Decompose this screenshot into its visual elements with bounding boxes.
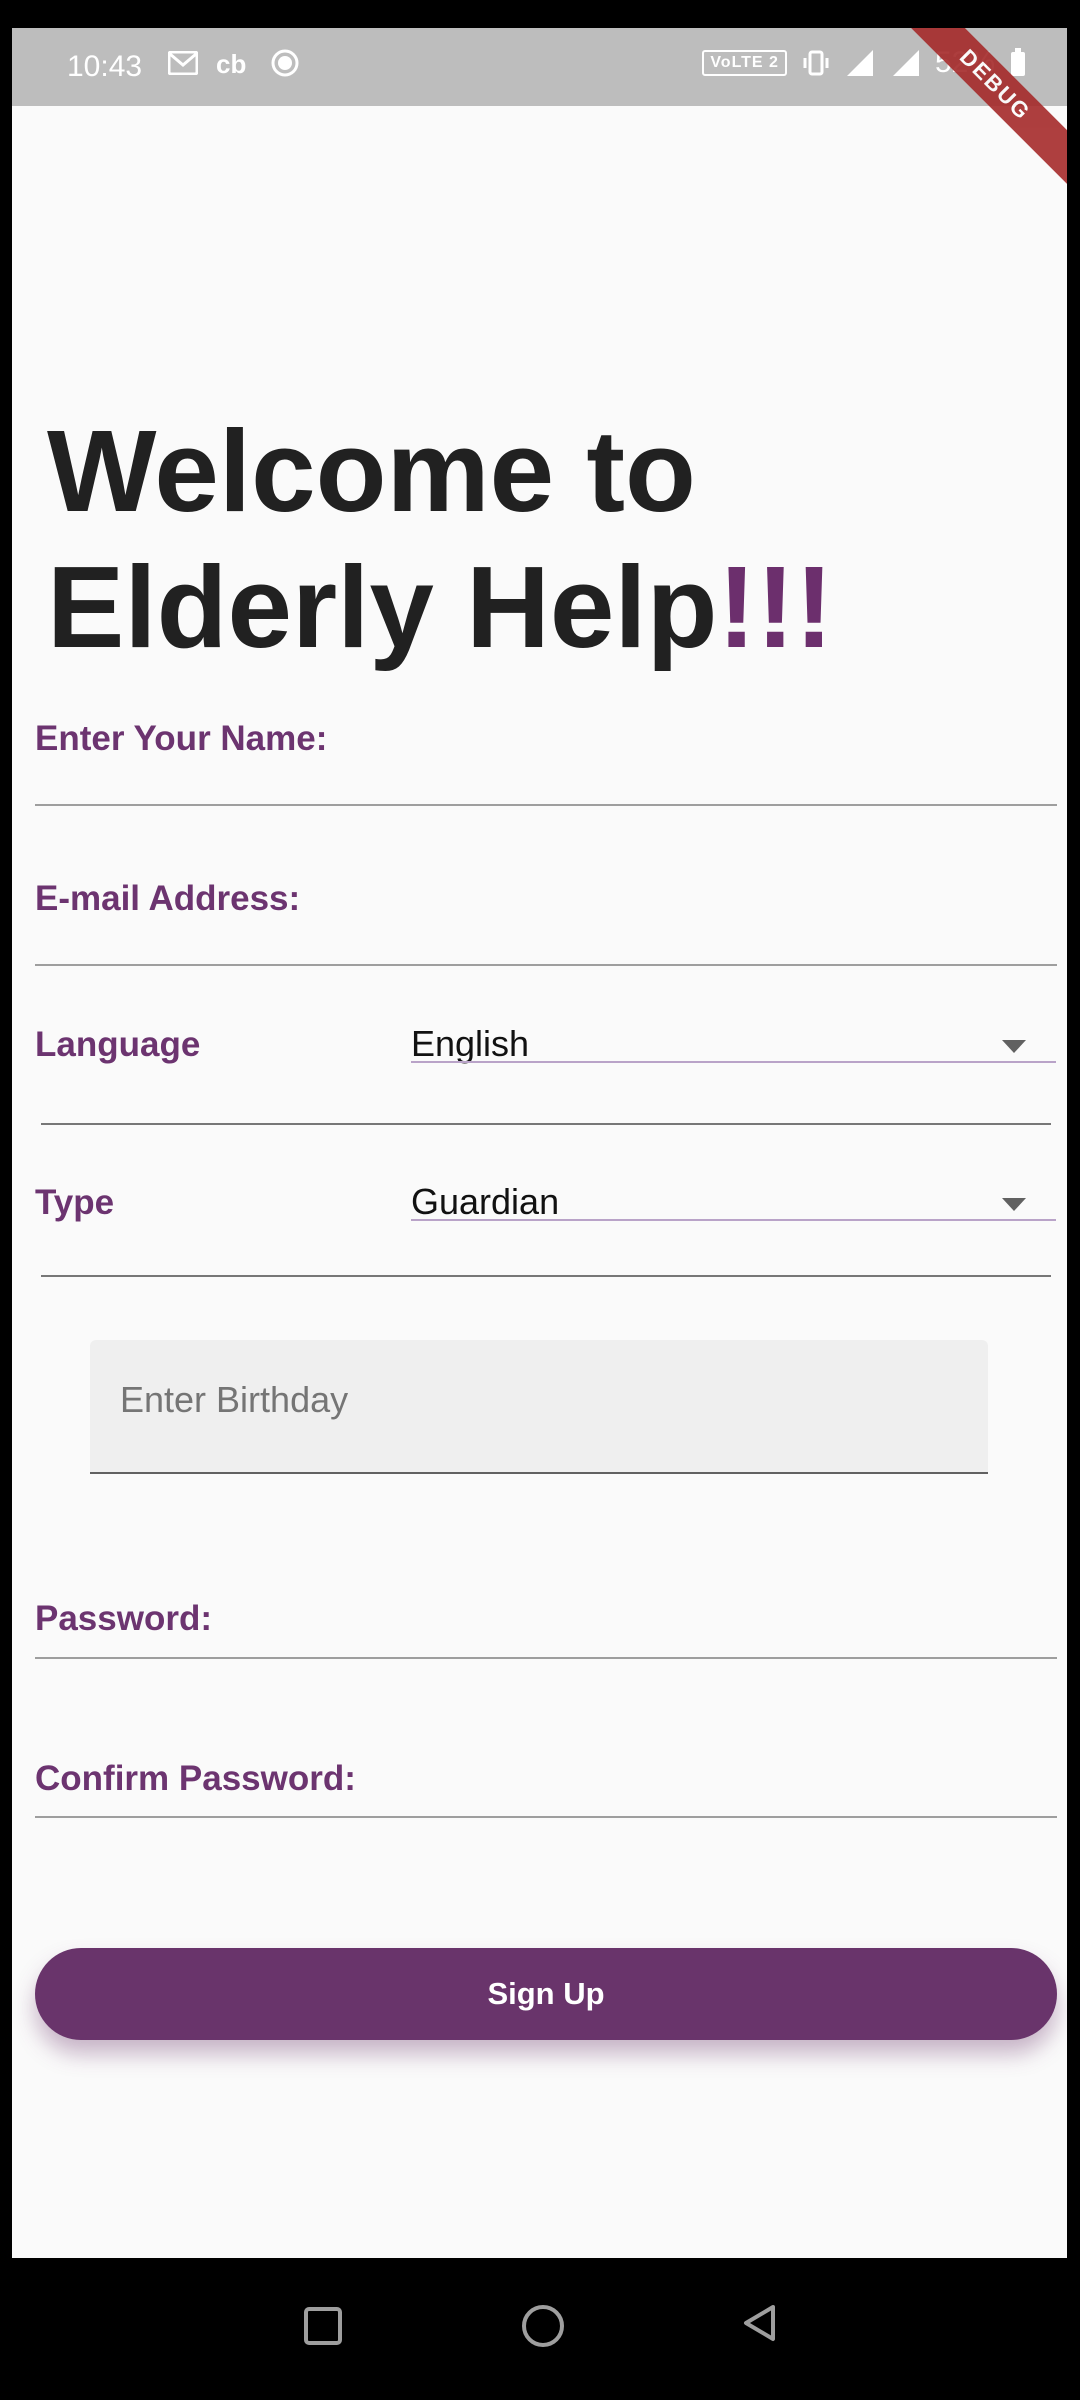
language-dropdown[interactable] [411, 1061, 1056, 1063]
language-dropdown-value[interactable]: English [411, 1023, 529, 1065]
vibrate-icon [803, 50, 829, 76]
name-field[interactable] [35, 804, 1057, 806]
type-dropdown[interactable] [411, 1219, 1056, 1221]
svg-text:cb: cb [216, 49, 246, 77]
language-label: Language [35, 1025, 201, 1064]
password-label: Password: [35, 1599, 212, 1638]
type-label: Type [35, 1183, 115, 1222]
birthday-input[interactable] [118, 1378, 942, 1422]
page-title: Welcome to Elderly Help!!! [47, 403, 833, 675]
nav-back-icon[interactable] [742, 2304, 776, 2342]
notification-icons: cb [168, 48, 300, 78]
nav-recents-icon[interactable] [304, 2307, 342, 2345]
title-app-name: Elderly Help [47, 542, 718, 672]
confirm-password-field[interactable] [35, 1816, 1057, 1818]
dropdown-arrow-icon[interactable] [1002, 1198, 1026, 1211]
navigation-bar [0, 2258, 1080, 2400]
app-screen: 10:43 cb VoLTE 2 52% DEBUG Welcome to El… [12, 28, 1067, 2258]
gmail-icon [168, 51, 198, 75]
divider [41, 1123, 1051, 1125]
signal-icon [846, 50, 873, 76]
email-label: E-mail Address: [35, 879, 301, 918]
password-field[interactable] [35, 1657, 1057, 1659]
status-time: 10:43 [67, 50, 143, 83]
nav-home-icon[interactable] [522, 2305, 564, 2347]
status-bar: 10:43 cb VoLTE 2 52% DEBUG [12, 28, 1067, 191]
dropdown-arrow-icon[interactable] [1002, 1040, 1026, 1053]
title-line1: Welcome to [47, 406, 696, 536]
title-accent: !!! [717, 542, 834, 672]
title-line2: Elderly Help!!! [47, 539, 833, 675]
battery-icon [1011, 48, 1025, 76]
cb-icon: cb [216, 49, 246, 77]
record-icon [271, 49, 299, 77]
sign-up-button[interactable]: Sign Up [35, 1948, 1057, 2040]
type-dropdown-value[interactable]: Guardian [411, 1181, 559, 1223]
name-label: Enter Your Name: [35, 719, 328, 758]
email-field[interactable] [35, 964, 1057, 966]
birthday-field[interactable] [90, 1340, 988, 1474]
confirm-password-label: Confirm Password: [35, 1759, 356, 1798]
signal-4g-icon [892, 50, 919, 76]
divider [41, 1275, 1051, 1277]
volte-badge: VoLTE 2 [702, 50, 787, 76]
